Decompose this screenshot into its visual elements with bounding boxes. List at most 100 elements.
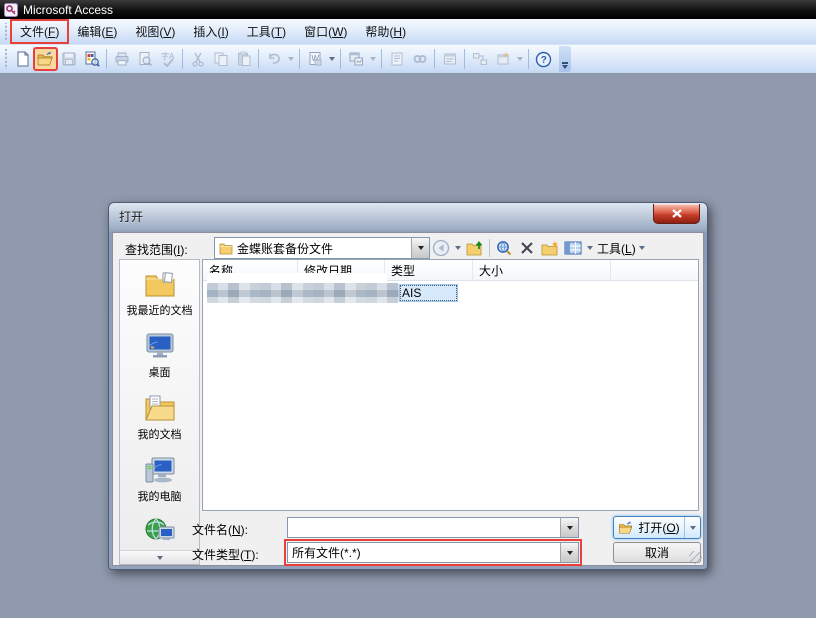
- my-computer-icon: [144, 456, 176, 484]
- toolbar-print-preview-button[interactable]: [133, 48, 156, 70]
- toolbar-code-button[interactable]: [385, 48, 408, 70]
- folder-icon: [219, 242, 233, 255]
- menu-view[interactable]: 视图(V): [126, 20, 184, 43]
- menu-insert[interactable]: 插入(I): [184, 20, 237, 43]
- office-links-dropdown-arrow-icon[interactable]: [326, 48, 337, 70]
- menu-file[interactable]: 文件(F): [11, 20, 68, 43]
- office-links-icon: W: [307, 51, 323, 67]
- menu-help[interactable]: 帮助(H): [356, 20, 415, 43]
- place-label: 桌面: [149, 364, 171, 380]
- undo-dropdown-arrow-icon[interactable]: [285, 48, 296, 70]
- cut-icon: [190, 51, 206, 67]
- code-icon: [389, 51, 405, 67]
- place-label: 我最近的文档: [127, 302, 193, 318]
- place-desktop[interactable]: 桌面: [144, 332, 176, 380]
- search-icon: [495, 239, 513, 257]
- toolbar-properties-button[interactable]: [408, 48, 431, 70]
- views-dropdown-arrow-icon[interactable]: [586, 237, 594, 259]
- menu-edit[interactable]: 编辑(E): [68, 20, 126, 43]
- toolbar-spelling-button[interactable]: 字A: [156, 48, 179, 70]
- dialog-toolbar-separator: [489, 239, 490, 257]
- file-type-dropdown-arrow[interactable]: [560, 543, 578, 562]
- dialog-body: 查找范围(I): 金蝶账套备份文件 工具(L): [112, 232, 704, 566]
- delete-button[interactable]: [517, 238, 537, 258]
- new-object-dropdown-arrow-icon[interactable]: [514, 48, 525, 70]
- close-icon: [672, 209, 682, 218]
- file-type-combobox[interactable]: 所有文件(*.*): [287, 542, 579, 563]
- toolbar-drag-handle[interactable]: [3, 49, 8, 69]
- toolbar-save-button[interactable]: [57, 48, 80, 70]
- place-label: 我的电脑: [138, 488, 182, 504]
- toolbar-separator: [258, 49, 259, 69]
- places-scroll-down-button[interactable]: [120, 550, 199, 564]
- open-button-main[interactable]: 打开(O): [614, 517, 684, 538]
- standard-toolbar: 字A W ?: [0, 45, 816, 74]
- toolbar-file-search-button[interactable]: [80, 48, 103, 70]
- toolbar-analyze-button[interactable]: [344, 48, 367, 70]
- column-header-size[interactable]: 大小: [473, 260, 611, 280]
- open-dropdown-arrow[interactable]: [684, 517, 700, 538]
- up-one-level-button[interactable]: [465, 238, 485, 258]
- dialog-title: 打开: [119, 208, 143, 225]
- back-button[interactable]: [431, 238, 451, 258]
- place-my-documents[interactable]: 我的文档: [138, 394, 182, 442]
- recent-documents-icon: [144, 270, 176, 298]
- close-button[interactable]: [653, 204, 700, 224]
- file-name-combobox[interactable]: [287, 517, 579, 538]
- toolbar-copy-button[interactable]: [209, 48, 232, 70]
- window-titlebar[interactable]: Microsoft Access: [0, 0, 816, 19]
- look-in-value: 金蝶账套备份文件: [237, 240, 333, 257]
- tools-menu-button[interactable]: 工具(L): [597, 240, 645, 257]
- cancel-button[interactable]: 取消: [613, 542, 701, 563]
- place-my-computer[interactable]: 我的电脑: [138, 456, 182, 504]
- file-type-label: 文件类型(T):: [192, 546, 259, 563]
- toolbar-separator: [464, 49, 465, 69]
- toolbar-separator: [106, 49, 107, 69]
- toolbar-open-button[interactable]: [34, 48, 57, 70]
- toolbar-print-button[interactable]: [110, 48, 133, 70]
- window-title: Microsoft Access: [23, 3, 113, 17]
- menu-window[interactable]: 窗口(W): [295, 20, 356, 43]
- access-app-icon: [4, 3, 18, 17]
- places-bar: 我最近的文档 桌面 我的文档 我的电脑: [119, 259, 200, 565]
- file-list[interactable]: 名称 修改日期 类型 大小 AIS: [202, 259, 699, 511]
- file-name-dropdown-arrow[interactable]: [560, 518, 578, 537]
- menubar-drag-handle[interactable]: [3, 23, 8, 41]
- help-icon: ?: [535, 51, 552, 68]
- column-header-empty[interactable]: [611, 260, 698, 280]
- toolbar-cut-button[interactable]: [186, 48, 209, 70]
- place-network[interactable]: [144, 518, 176, 548]
- place-recent-documents[interactable]: 我最近的文档: [127, 270, 193, 318]
- toolbar-new-object-button[interactable]: [491, 48, 514, 70]
- resize-grip[interactable]: [689, 551, 702, 564]
- menu-bar: 文件(F) 编辑(E) 视图(V) 插入(I) 工具(T) 窗口(W) 帮助(H…: [0, 19, 816, 45]
- look-in-dropdown-arrow[interactable]: [411, 238, 429, 258]
- open-button[interactable]: 打开(O): [613, 516, 701, 539]
- toolbar-paste-button[interactable]: [232, 48, 255, 70]
- column-header-type[interactable]: 类型: [385, 260, 473, 280]
- views-icon: [564, 240, 582, 256]
- place-label: 我的文档: [138, 426, 182, 442]
- relationships-icon: [472, 51, 488, 67]
- selected-file-item[interactable]: AIS: [399, 284, 458, 302]
- properties-icon: [412, 51, 428, 67]
- toolbar-new-button[interactable]: [11, 48, 34, 70]
- views-button[interactable]: [563, 238, 583, 258]
- back-dropdown-arrow-icon[interactable]: [454, 237, 462, 259]
- toolbar-undo-button[interactable]: [262, 48, 285, 70]
- look-in-combobox[interactable]: 金蝶账套备份文件: [214, 237, 430, 259]
- menu-tools[interactable]: 工具(T): [238, 20, 295, 43]
- toolbar-office-links-button[interactable]: W: [303, 48, 326, 70]
- save-icon: [61, 51, 77, 67]
- toolbar-relationships-button[interactable]: [468, 48, 491, 70]
- toolbar-separator: [299, 49, 300, 69]
- toolbar-options-button[interactable]: [559, 46, 571, 72]
- toolbar-database-properties-button[interactable]: [438, 48, 461, 70]
- open-dialog: 打开 查找范围(I): 金蝶账套备份文件: [108, 202, 708, 570]
- network-icon: [144, 518, 176, 544]
- toolbar-separator: [381, 49, 382, 69]
- toolbar-help-button[interactable]: ?: [532, 48, 555, 70]
- analyze-dropdown-arrow-icon[interactable]: [367, 48, 378, 70]
- search-web-button[interactable]: [494, 238, 514, 258]
- new-folder-button[interactable]: [540, 238, 560, 258]
